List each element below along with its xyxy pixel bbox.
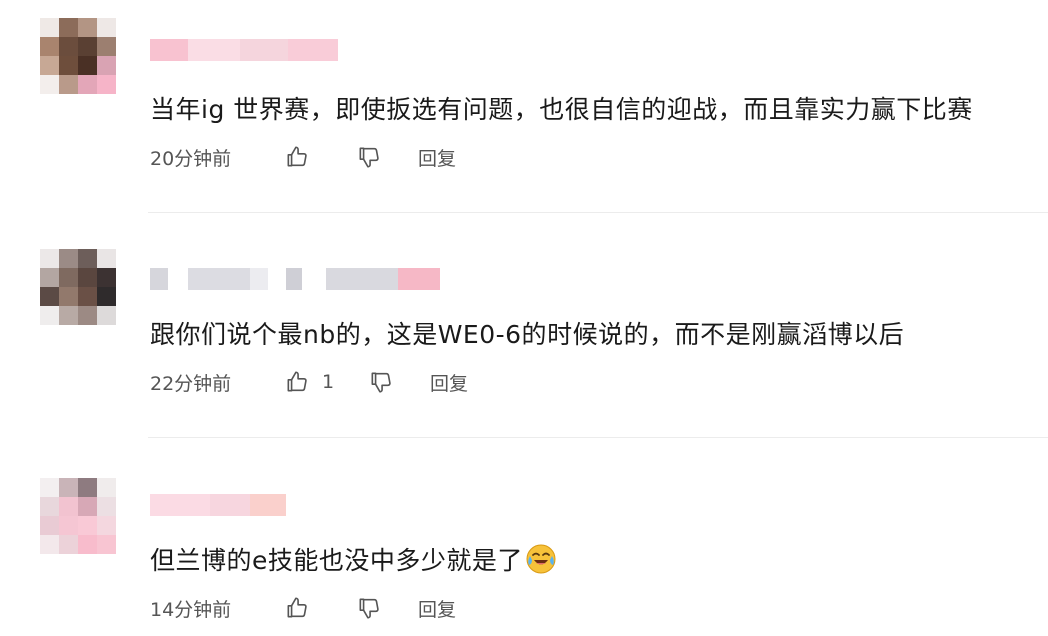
comment-text: 当年ig 世界赛，即使扳选有问题，也很自信的迎战，而且靠实力赢下比赛 [150,95,973,124]
comment-meta: 22分钟前 1 回复 [150,368,468,396]
divider [148,212,1048,213]
reply-button[interactable]: 回复 [430,369,468,396]
thumbs-up-icon [287,597,307,618]
dislike-button[interactable] [356,595,418,621]
username-blurred[interactable] [150,268,440,290]
comment-time: 14分钟前 [150,598,232,621]
dislike-button[interactable] [368,369,430,395]
thumbs-up-icon [287,371,307,392]
avatar[interactable] [40,18,116,94]
thumbs-down-icon [371,372,391,393]
divider [148,437,1048,438]
like-count: 1 [322,371,335,393]
avatar[interactable] [40,478,116,554]
comment-text: 跟你们说个最nb的，这是WE0-6的时候说的，而不是刚赢滔博以后 [150,320,905,349]
reply-button[interactable]: 回复 [418,595,456,622]
like-button[interactable] [284,595,356,621]
like-button[interactable]: 1 [284,369,368,395]
avatar[interactable] [40,249,116,325]
comment-meta: 20分钟前 回复 [150,143,456,171]
thumbs-up-icon [287,146,307,167]
thumbs-down-icon [359,147,379,168]
comment-text-body: 但兰博的e技能也没中多少就是了 [150,546,523,575]
comment-time: 20分钟前 [150,147,232,170]
dislike-button[interactable] [356,144,418,170]
comment-meta: 14分钟前 回复 [150,594,456,622]
reply-button[interactable]: 回复 [418,144,456,171]
username-blurred[interactable] [150,494,286,516]
username-blurred[interactable] [150,39,338,61]
crying-laughing-emoji-icon [526,544,556,574]
comment-time: 22分钟前 [150,372,232,395]
like-button[interactable] [284,144,356,170]
thumbs-down-icon [359,598,379,619]
comment-text: 但兰博的e技能也没中多少就是了 [150,543,557,578]
